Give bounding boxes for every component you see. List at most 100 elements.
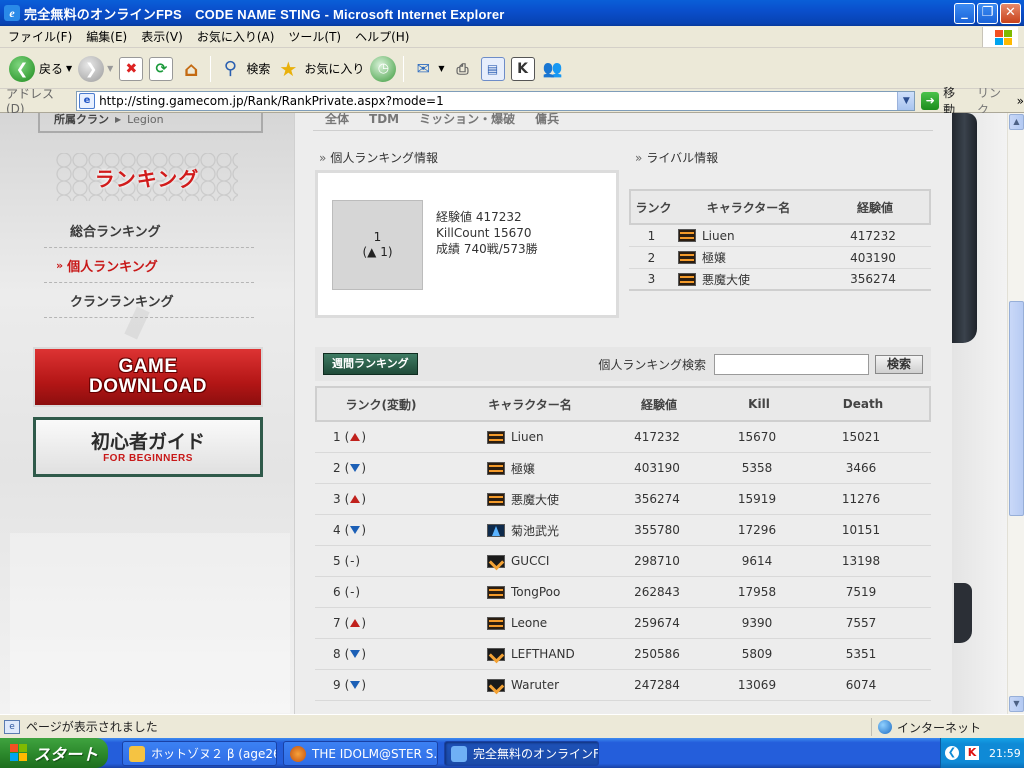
current-rank-badge: 1 (▲ 1) [332, 200, 423, 290]
history-button[interactable]: ◷ [367, 53, 399, 85]
tab-all[interactable]: 全体 [325, 113, 349, 127]
task-ie-active[interactable]: 完全無料のオンラインF... [444, 741, 599, 766]
print-button[interactable]: ⎙ [448, 53, 478, 85]
ranking-nav: 総合ランキング » 個人ランキング クランランキング [44, 213, 254, 318]
character-name[interactable]: 悪魔大使 [511, 491, 559, 508]
clan-name[interactable]: Legion [127, 113, 163, 126]
nav-clan-ranking[interactable]: クランランキング [44, 283, 254, 318]
mail-button[interactable]: ✉ ▼ [408, 53, 447, 85]
rank-change: () [344, 461, 367, 475]
page-done-icon: e [4, 719, 20, 734]
rival-rank: 2 [647, 250, 656, 265]
refresh-button[interactable]: ⟳ [146, 53, 176, 85]
exp-cell: 298710 [634, 554, 680, 568]
rank-number: 4 [333, 523, 341, 537]
messenger-k-button[interactable]: K [508, 53, 538, 85]
ranking-search-input[interactable] [714, 353, 869, 375]
rank-unchanged-icon: - [350, 585, 355, 599]
character-name[interactable]: Leone [511, 616, 547, 630]
character-name[interactable]: 極嬢 [511, 460, 535, 477]
stop-button[interactable]: ✖ [116, 53, 146, 85]
tray-k-icon[interactable]: K [965, 746, 979, 760]
rival-name[interactable]: Liuen [702, 229, 735, 243]
menu-file[interactable]: ファイル(F) [0, 28, 79, 45]
address-dropdown-icon[interactable]: ▼ [897, 91, 915, 110]
task-label: 完全無料のオンラインF... [473, 747, 599, 761]
search-label: 検索 [246, 62, 271, 76]
rank-insignia-icon [678, 272, 696, 286]
mail-dropdown-icon[interactable]: ▼ [438, 64, 444, 73]
character-name[interactable]: 菊池武光 [511, 522, 559, 539]
forward-dropdown-icon[interactable]: ▼ [107, 64, 113, 73]
rank-cell: 7() [315, 616, 443, 630]
weekly-ranking-button[interactable]: 週間ランキング [323, 353, 418, 375]
system-tray: ❮ K 21:59 [940, 738, 1024, 768]
menu-tools[interactable]: ツール(T) [281, 28, 348, 45]
menu-edit[interactable]: 編集(E) [79, 28, 134, 45]
beginners-guide-banner[interactable]: 初心者ガイド FOR BEGINNERS [33, 417, 263, 477]
nav-personal-ranking[interactable]: » 個人ランキング [44, 248, 254, 283]
favorites-label: お気に入り [304, 62, 365, 76]
menu-favorites[interactable]: お気に入り(A) [190, 28, 282, 45]
back-dropdown-icon[interactable]: ▼ [66, 64, 72, 73]
forward-button[interactable]: ❯ ▼ [75, 53, 116, 85]
nav-overall-label: 総合ランキング [70, 224, 161, 240]
ranking-toolbar: 週間ランキング 個人ランキング検索 検索 [315, 347, 931, 381]
rank-change: () [344, 678, 367, 692]
address-url[interactable]: http://sting.gamecom.jp/Rank/RankPrivate… [99, 94, 444, 108]
game-download-banner[interactable]: GAME DOWNLOAD [33, 347, 263, 407]
rank-up-icon [350, 495, 361, 503]
character-name[interactable]: Liuen [511, 430, 544, 444]
tray-expand-icon[interactable]: ❮ [945, 746, 959, 760]
home-button[interactable]: ⌂ [176, 53, 206, 85]
nav-overall-ranking[interactable]: 総合ランキング [44, 213, 254, 248]
home-icon: ⌂ [184, 56, 199, 81]
character-name[interactable]: TongPoo [511, 585, 560, 599]
rival-info-title-text: ライバル情報 [646, 151, 719, 165]
maximize-button[interactable]: ❐ [977, 3, 998, 24]
rank-cell: 5 (-) [315, 554, 443, 568]
back-button[interactable]: ❮ 戻る ▼ [6, 53, 75, 85]
start-button[interactable]: スタート [0, 738, 108, 768]
edit-button[interactable]: ▤ [478, 53, 508, 85]
character-cell: Liuen [443, 430, 613, 444]
ranking-search-button[interactable]: 検索 [875, 354, 923, 374]
menu-help[interactable]: ヘルプ(H) [348, 28, 416, 45]
death-cell: 7519 [845, 585, 877, 599]
address-input[interactable]: e http://sting.gamecom.jp/Rank/RankPriva… [76, 90, 916, 111]
task-firefox[interactable]: THE IDOLM@STER S... [283, 741, 438, 766]
task-hotzonu[interactable]: ホットゾヌ２ β (age26) [122, 741, 277, 766]
col-character: キャラクター名 [488, 397, 572, 412]
character-name[interactable]: LEFTHAND [511, 647, 575, 661]
scroll-thumb[interactable] [1009, 301, 1024, 516]
rival-col-name: キャラクター名 [706, 200, 791, 215]
character-name[interactable]: Waruter [511, 678, 559, 692]
death-cell: 11276 [841, 492, 881, 506]
rival-name[interactable]: 極嬢 [702, 249, 726, 266]
browser-toolbar: ❮ 戻る ▼ ❯ ▼ ✖ ⟳ ⌂ ⚲ 検索 ★ お気に入り ◷ ✉ ▼ ⎙ ▤ … [0, 49, 1024, 89]
menu-view[interactable]: 表示(V) [134, 28, 190, 45]
search-button[interactable]: ⚲ 検索 [215, 53, 273, 85]
tab-mission[interactable]: ミッション・爆破 [419, 113, 515, 127]
messenger-button[interactable]: 👥 [538, 53, 568, 85]
character-cell: TongPoo [443, 585, 613, 599]
vertical-scrollbar[interactable]: ▲ ▼ [1007, 113, 1024, 714]
close-button[interactable]: ✕ [1000, 3, 1021, 24]
scroll-up-icon[interactable]: ▲ [1009, 114, 1024, 130]
links-chevron-icon[interactable]: » [1017, 94, 1024, 108]
rival-character: 極嬢 [674, 249, 819, 266]
minimize-button[interactable]: _ [954, 3, 975, 24]
tab-mercenary[interactable]: 傭兵 [535, 113, 559, 127]
k-icon: K [510, 56, 535, 81]
window-controls: _ ❐ ✕ [954, 3, 1021, 24]
character-name[interactable]: GUCCI [511, 554, 549, 568]
exp-cell: 259674 [634, 616, 680, 630]
rank-change: (▲ 1) [362, 245, 393, 259]
history-icon: ◷ [370, 55, 397, 82]
exp-cell: 262843 [634, 585, 680, 599]
favorites-button[interactable]: ★ お気に入り [273, 53, 367, 85]
scroll-down-icon[interactable]: ▼ [1009, 696, 1024, 712]
tab-tdm[interactable]: TDM [369, 113, 399, 126]
page-icon: e [79, 92, 96, 109]
rival-name[interactable]: 悪魔大使 [702, 271, 750, 288]
